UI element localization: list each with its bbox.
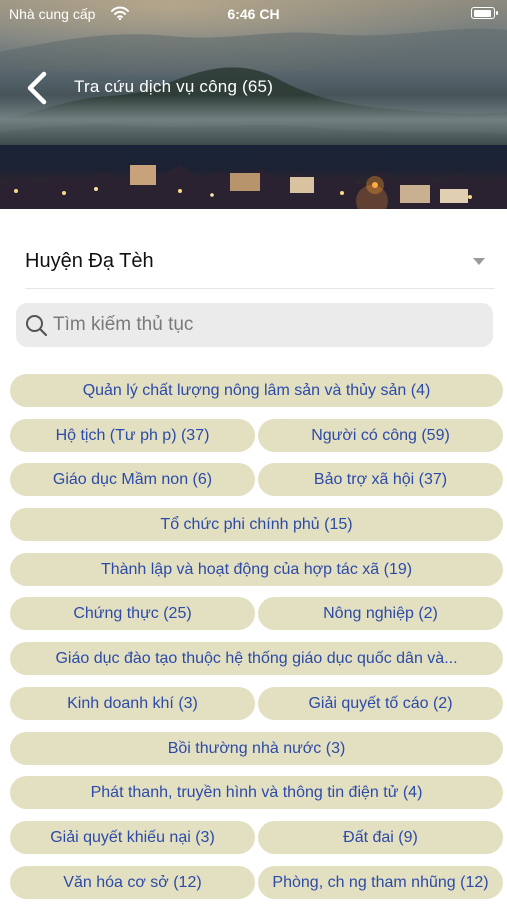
- nav-bar: Tra cứu dịch vụ công (65): [0, 62, 507, 112]
- search-bar[interactable]: [16, 303, 493, 347]
- category-chip[interactable]: Thành lập và hoạt động của hợp tác xã (1…: [10, 552, 503, 586]
- category-chip[interactable]: Nông nghiệp (2): [258, 597, 503, 631]
- category-row: Văn hóa cơ sở (12) Phòng, ch ng tham nhũn…: [0, 865, 507, 910]
- page-title: Tra cứu dịch vụ công (65): [74, 77, 274, 96]
- category-chip[interactable]: Chứng thực (25): [10, 597, 255, 631]
- category-chip[interactable]: Giáo dục đào tạo thuộc hệ thống giáo dục…: [10, 642, 503, 676]
- category-chip[interactable]: Bồi thường nhà nước (3): [10, 731, 503, 765]
- category-row: Phát thanh, truyền hình và thông tin điệ…: [0, 776, 507, 821]
- category-chip[interactable]: Giải quyết tố cáo (2): [258, 686, 503, 720]
- category-row: Tổ chức phi chính phủ (15): [0, 508, 507, 553]
- status-bar: Nhà cung cấp 6:46 CH: [0, 0, 507, 28]
- category-chip[interactable]: Quản lý chất lượng nông lâm sản và thủy …: [10, 374, 503, 407]
- category-row: Kinh doanh khí (3) Giải quyết tố cáo (2): [0, 686, 507, 732]
- category-row: Quản lý chất lượng nông lâm sản và thủy …: [0, 374, 507, 419]
- category-row: Giáo dục Mầm non (6) Bảo trợ xã hội (37): [0, 463, 507, 508]
- category-row: Giáo dục đào tạo thuộc hệ thống giáo dục…: [0, 642, 507, 687]
- battery-level-fill: [473, 9, 491, 17]
- district-select[interactable]: Huyện Đạ Tèh: [25, 236, 495, 289]
- category-chip[interactable]: Phòng, ch ng tham nhũng (12): [258, 865, 503, 899]
- header-banner: Nhà cung cấp 6:46 CH Tra cứu dịch vụ côn…: [0, 0, 507, 209]
- chevron-left-icon: [27, 71, 47, 105]
- category-chip[interactable]: Người có công (59): [258, 418, 503, 452]
- category-chip[interactable]: Hộ tịch (Tư ph p) (37): [10, 418, 255, 452]
- search-input[interactable]: [53, 303, 483, 347]
- category-row: Hộ tịch (Tư ph p) (37) Người có công (59): [0, 418, 507, 464]
- category-chip-list: Quản lý chất lượng nông lâm sản và thủy …: [0, 374, 507, 910]
- battery-icon: [471, 7, 498, 19]
- category-chip[interactable]: Đất đai (9): [258, 820, 503, 854]
- category-chip[interactable]: Bảo trợ xã hội (37): [258, 463, 503, 497]
- category-row: Chứng thực (25) Nông nghiệp (2): [0, 597, 507, 642]
- category-row: Giải quyết khiếu nại (3) Đất đai (9): [0, 820, 507, 866]
- category-chip[interactable]: Phát thanh, truyền hình và thông tin điệ…: [10, 776, 503, 810]
- category-row: Thành lập và hoạt động của hợp tác xã (1…: [0, 552, 507, 598]
- caret-down-icon: [473, 258, 485, 265]
- district-selected-label: Huyện Đạ Tèh: [25, 250, 154, 272]
- category-chip[interactable]: Tổ chức phi chính phủ (15): [10, 508, 503, 542]
- category-chip[interactable]: Văn hóa cơ sở (12): [10, 865, 255, 899]
- clock-label: 6:46 CH: [227, 6, 280, 22]
- category-chip[interactable]: Giải quyết khiếu nại (3): [10, 820, 255, 854]
- town-night-strip: [0, 145, 507, 209]
- category-chip[interactable]: Kinh doanh khí (3): [10, 686, 255, 720]
- back-button[interactable]: [18, 70, 58, 106]
- search-icon: [26, 315, 48, 337]
- category-chip[interactable]: Giáo dục Mầm non (6): [10, 463, 255, 497]
- category-row: Bồi thường nhà nước (3): [0, 731, 507, 777]
